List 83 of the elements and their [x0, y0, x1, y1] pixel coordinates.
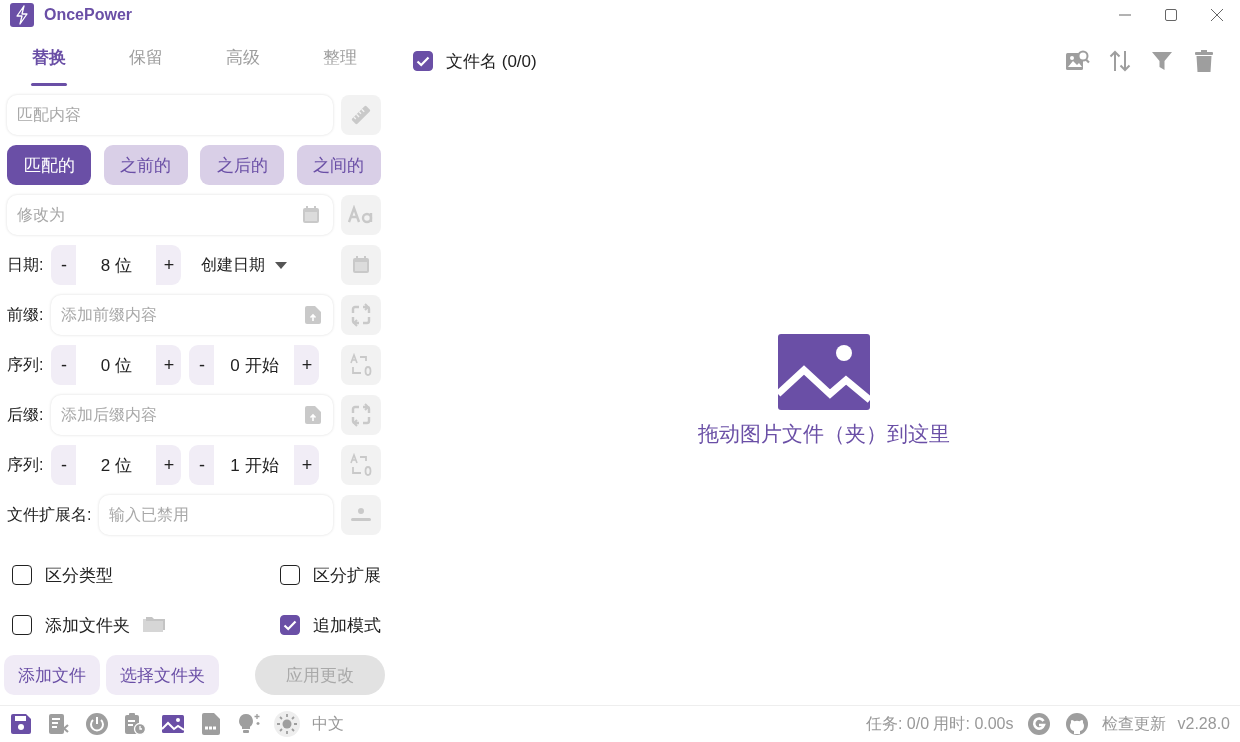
increment-button[interactable]: +: [156, 345, 182, 385]
stepper-value: 1 开始: [214, 445, 295, 485]
dropdown-caret-icon: [275, 261, 288, 269]
replace-field[interactable]: 修改为: [7, 195, 333, 235]
checkbox[interactable]: [12, 565, 32, 585]
increment-button[interactable]: +: [156, 445, 182, 485]
checkbox-label: 追加模式: [313, 614, 381, 637]
file-upload-icon: [305, 306, 321, 324]
decrement-button[interactable]: -: [189, 445, 215, 485]
match-field[interactable]: 匹配内容: [7, 95, 333, 135]
refresh-button[interactable]: [341, 295, 381, 335]
match-mode-button[interactable]: 匹配的: [7, 145, 91, 185]
github-icon[interactable]: [1063, 711, 1090, 737]
sequence-button[interactable]: [341, 345, 381, 385]
folder-icon: [143, 616, 165, 634]
calendar-icon: [351, 255, 371, 275]
extension-field[interactable]: 输入已禁用: [99, 495, 333, 535]
sequence-button[interactable]: [341, 445, 381, 485]
match-mode-button[interactable]: 之间的: [296, 145, 381, 185]
maximize-icon: [1165, 9, 1177, 21]
checkbox[interactable]: [12, 615, 32, 635]
checkbox-label: 区分扩展: [313, 564, 381, 587]
field-label: 序列:: [7, 354, 44, 375]
app-title: OncePower: [44, 6, 133, 24]
image-icon: [778, 334, 870, 410]
file-upload-icon: [305, 406, 321, 424]
decrement-button[interactable]: -: [51, 345, 77, 385]
refresh-icon: [349, 403, 373, 427]
date-type-dropdown[interactable]: 创建日期: [201, 254, 288, 276]
field-label: 文件扩展名:: [7, 504, 92, 525]
stepper-value: 8 位: [76, 245, 157, 285]
clipboard-clock-button[interactable]: [122, 711, 148, 737]
match-mode-button[interactable]: 之前的: [103, 145, 188, 185]
increment-button[interactable]: +: [294, 445, 320, 485]
column-header: 文件名 (0/0): [446, 50, 537, 73]
match-mode-button[interactable]: 之后的: [200, 145, 285, 185]
action-button[interactable]: 选择文件夹: [106, 655, 219, 695]
checkbox[interactable]: [413, 51, 433, 71]
refresh-icon: [349, 303, 373, 327]
drop-hint: 拖动图片文件（夹）到这里: [698, 421, 950, 447]
field-label: 日期:: [7, 254, 44, 275]
sequence-icon: [349, 453, 373, 477]
stepper-value: 0 开始: [214, 345, 295, 385]
extension-button[interactable]: [341, 495, 381, 535]
increment-button[interactable]: +: [294, 345, 320, 385]
google-icon[interactable]: [1025, 711, 1052, 737]
extension-icon: [350, 507, 372, 523]
sequence-icon: [349, 353, 373, 377]
power-button[interactable]: [84, 711, 110, 737]
field-label: 前缀:: [7, 304, 44, 325]
calendar-button[interactable]: [341, 245, 381, 285]
refresh-button[interactable]: [341, 395, 381, 435]
stepper[interactable]: - 0 开始 +: [189, 345, 320, 385]
checkbox[interactable]: [280, 615, 300, 635]
field-label: 序列:: [7, 454, 44, 475]
checkbox[interactable]: [280, 565, 300, 585]
decrement-button[interactable]: -: [189, 345, 215, 385]
action-button[interactable]: 添加文件: [4, 655, 100, 695]
close-icon: [1211, 9, 1223, 21]
stepper[interactable]: - 2 位 +: [51, 445, 182, 485]
checkbox-label: 区分类型: [45, 564, 113, 587]
case-button[interactable]: [341, 195, 381, 235]
ruler-button[interactable]: [341, 95, 381, 135]
decrement-button[interactable]: -: [51, 445, 77, 485]
save-button[interactable]: [8, 711, 34, 737]
stepper[interactable]: - 0 位 +: [51, 345, 182, 385]
task-status: 任务: 0/0 用时: 0.00s: [865, 713, 1014, 734]
increment-button[interactable]: +: [156, 245, 182, 285]
decrement-button[interactable]: -: [51, 245, 77, 285]
field-label: 后缀:: [7, 404, 44, 425]
checkbox-label: 添加文件夹: [45, 614, 130, 637]
text-field[interactable]: 添加前缀内容: [51, 295, 333, 335]
stepper[interactable]: - 1 开始 +: [189, 445, 320, 485]
stepper-value: 0 位: [76, 345, 157, 385]
font-case-icon: [348, 205, 374, 225]
app-logo-icon: [10, 3, 34, 27]
calendar-icon: [301, 205, 321, 225]
text-field[interactable]: 添加后缀内容: [51, 395, 333, 435]
tab[interactable]: 替换: [0, 30, 97, 88]
stepper-value: 2 位: [76, 445, 157, 485]
version-label: v2.28.0: [1177, 715, 1230, 733]
stepper[interactable]: - 8 位 +: [51, 245, 182, 285]
brightness-button[interactable]: [274, 711, 300, 737]
